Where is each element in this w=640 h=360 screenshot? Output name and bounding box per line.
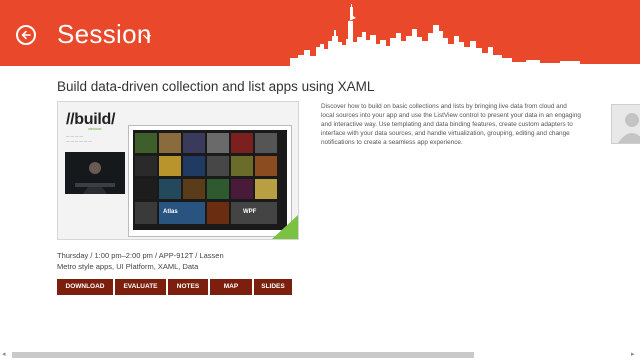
build-logo-subtitle: windows xyxy=(88,126,102,131)
build-logo: //build/ windows xyxy=(66,111,115,131)
tile-label-atlas: Atlas xyxy=(163,209,178,215)
notes-button[interactable]: NOTES xyxy=(168,279,208,295)
scrollbar-thumb[interactable] xyxy=(12,352,474,358)
chevron-down-icon[interactable] xyxy=(142,33,152,41)
slide-screenshot: Atlas WPF xyxy=(128,125,292,237)
session-video-thumbnail[interactable]: //build/ windows — — — — — — — — — — Atl… xyxy=(57,101,299,240)
session-description: Discover how to build on basic collectio… xyxy=(321,103,581,146)
back-arrow-icon xyxy=(21,30,31,40)
scroll-left-icon[interactable]: ◂ xyxy=(2,351,6,359)
scroll-right-icon[interactable]: ▸ xyxy=(631,351,635,359)
speaker-avatar[interactable] xyxy=(611,104,640,144)
tile-label-wpf: WPF xyxy=(243,209,257,215)
map-button[interactable]: MAP xyxy=(210,279,252,295)
speaker-video-inset xyxy=(65,152,125,194)
session-tags: Metro style apps, UI Platform, XAML, Dat… xyxy=(57,262,199,271)
session-heading: Build data-driven collection and list ap… xyxy=(57,79,375,94)
session-metadata: Thursday / 1:00 pm–2:00 pm / APP-912T / … xyxy=(57,251,224,260)
download-button[interactable]: DOWNLOAD xyxy=(57,279,113,295)
back-button[interactable] xyxy=(16,25,36,45)
green-corner-graphic xyxy=(272,215,298,239)
city-skyline-graphic xyxy=(290,4,640,66)
app-tile-grid: Atlas WPF xyxy=(133,130,287,230)
app-header: Session xyxy=(0,0,640,66)
video-caption: — — — — — — — — — — xyxy=(66,134,92,143)
page-title: Session xyxy=(57,19,152,49)
slides-button[interactable]: SLIDES xyxy=(254,279,292,295)
person-silhouette-icon xyxy=(618,113,640,143)
evaluate-button[interactable]: EVALUATE xyxy=(115,279,166,295)
